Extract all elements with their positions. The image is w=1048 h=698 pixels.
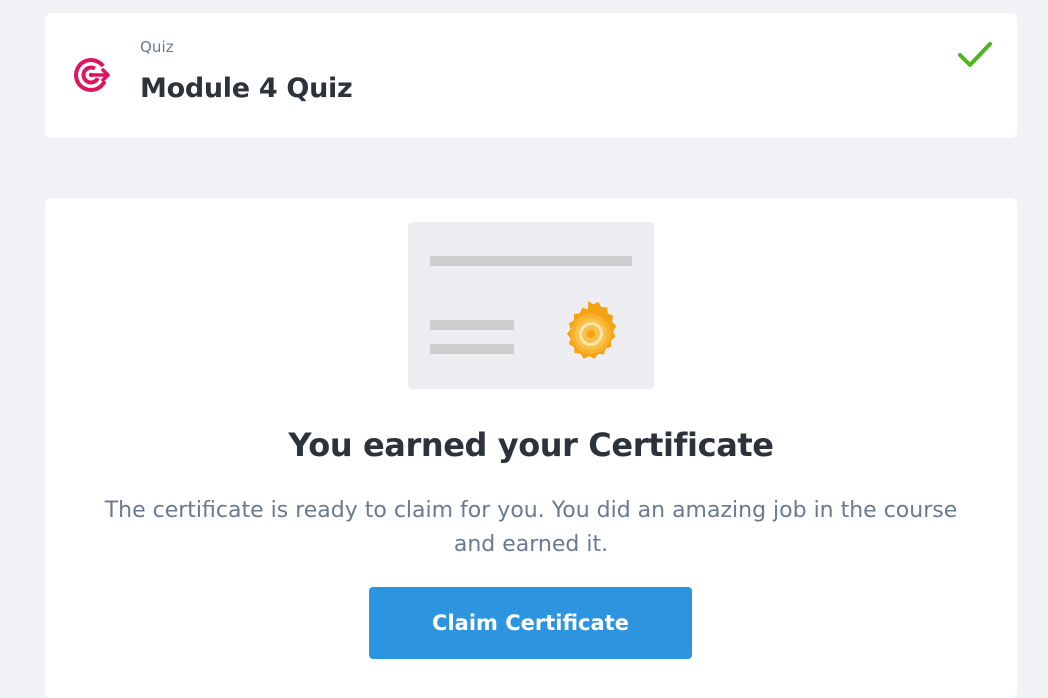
- certificate-line: [430, 320, 514, 330]
- certificate-illustration: [408, 222, 654, 389]
- certificate-line: [430, 256, 632, 266]
- claim-certificate-button[interactable]: Claim Certificate: [369, 587, 692, 659]
- quiz-title[interactable]: Module 4 Quiz: [140, 73, 353, 104]
- certificate-line: [430, 344, 514, 354]
- checkmark-icon: [958, 42, 992, 67]
- certificate-card: You earned your Certificate The certific…: [45, 198, 1017, 698]
- certificate-paper: [408, 222, 654, 389]
- quiz-card[interactable]: Quiz Module 4 Quiz: [45, 13, 1017, 138]
- certificate-description: The certificate is ready to claim for yo…: [104, 498, 958, 557]
- quiz-kicker: Quiz: [140, 38, 174, 56]
- certificate-heading: You earned your Certificate: [288, 426, 774, 464]
- target-icon: [74, 58, 110, 92]
